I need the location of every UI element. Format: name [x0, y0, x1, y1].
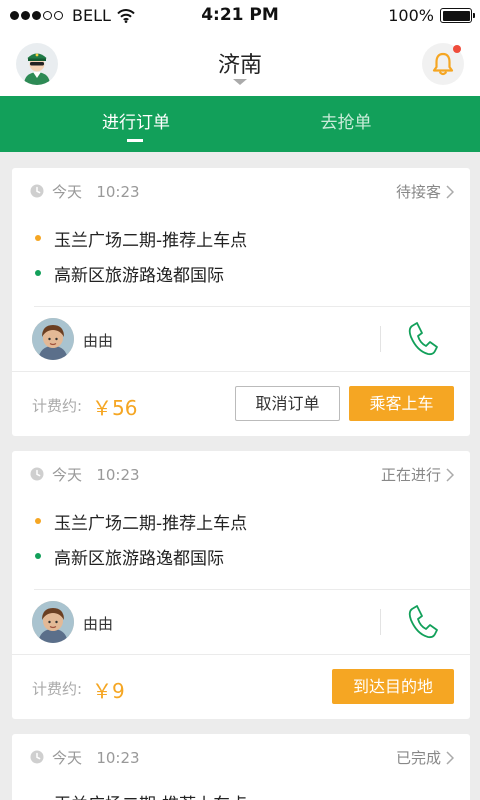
phone-call-icon[interactable]	[406, 319, 440, 357]
dropoff-dot-icon	[35, 270, 41, 276]
pickup-address: 玉兰广场二期-推荐上车点	[54, 514, 248, 534]
vertical-divider	[380, 609, 381, 635]
order-status-link[interactable]: 正在进行	[381, 464, 454, 485]
phone-call-icon[interactable]	[406, 602, 440, 640]
divider	[34, 306, 470, 307]
pickup-address: 玉兰广场二期-推荐上车点	[54, 790, 247, 800]
order-card[interactable]: 今天 10:23 已完成 玉兰广场二期-推荐上车点	[12, 734, 470, 800]
order-status: 正在进行	[380, 466, 441, 484]
dropoff-address: 高新区旅游路逸都国际	[54, 266, 224, 286]
city-dropdown-caret-icon[interactable]	[233, 79, 247, 85]
pickup-dot-icon	[35, 235, 41, 241]
passenger-avatar	[32, 601, 74, 643]
order-tabs: 进行订单 去抢单	[0, 96, 480, 152]
chevron-right-icon	[446, 184, 454, 199]
order-card[interactable]: 今天 10:23 待接客 玉兰广场二期-推荐上车点 高新区旅游路逸都国际 由由 …	[12, 168, 470, 436]
battery-percent: 100%	[388, 6, 434, 25]
clock-icon	[30, 184, 44, 198]
city-title[interactable]: 济南	[0, 47, 480, 79]
cancel-order-button[interactable]: 取消订单	[235, 386, 340, 421]
chevron-right-icon	[446, 750, 454, 765]
order-status: 已完成	[395, 749, 441, 767]
arrived-destination-button[interactable]: 到达目的地	[332, 669, 454, 704]
vertical-divider	[380, 326, 381, 352]
tab-grab-orders[interactable]: 去抢单	[226, 96, 466, 152]
order-status-link[interactable]: 已完成	[396, 747, 454, 768]
passenger-avatar	[32, 318, 74, 360]
active-tab-indicator	[127, 139, 143, 142]
notification-button[interactable]	[422, 43, 464, 85]
order-card-header: 今天 10:23 正在进行	[12, 451, 470, 499]
battery-icon	[440, 8, 475, 23]
bell-icon	[432, 52, 454, 76]
order-time: 今天 10:23	[52, 749, 140, 767]
order-card[interactable]: 今天 10:23 正在进行 玉兰广场二期-推荐上车点 高新区旅游路逸都国际 由由…	[12, 451, 470, 719]
dropoff-address: 高新区旅游路逸都国际	[54, 549, 224, 569]
order-time: 今天 10:23	[52, 466, 140, 484]
status-bar: BELL 4:21 PM 100%	[0, 0, 480, 32]
order-card-header: 今天 10:23 已完成	[12, 734, 470, 782]
fare-amount: ￥9	[92, 679, 125, 703]
clock-icon	[30, 750, 44, 764]
order-card-header: 今天 10:23 待接客	[12, 168, 470, 216]
pickup-address: 玉兰广场二期-推荐上车点	[54, 231, 248, 251]
divider	[12, 654, 470, 655]
pickup-dot-icon	[35, 518, 41, 524]
order-status: 待接客	[395, 183, 441, 201]
app-header: 济南	[0, 32, 480, 96]
passenger-boarded-button[interactable]: 乘客上车	[349, 386, 454, 421]
divider	[12, 371, 470, 372]
notification-badge	[453, 45, 461, 53]
divider	[34, 589, 470, 590]
tab-ongoing-orders[interactable]: 进行订单	[16, 96, 256, 152]
fare-amount: ￥56	[92, 396, 138, 420]
order-status-link[interactable]: 待接客	[396, 181, 454, 202]
status-right: 100%	[388, 6, 475, 25]
fare-label: 计费约:	[32, 680, 83, 698]
clock-icon	[30, 467, 44, 481]
fare-label: 计费约:	[32, 397, 83, 415]
passenger-name: 由由	[83, 615, 114, 633]
passenger-name: 由由	[83, 332, 114, 350]
order-time: 今天 10:23	[52, 183, 140, 201]
dropoff-dot-icon	[35, 553, 41, 559]
chevron-right-icon	[446, 467, 454, 482]
